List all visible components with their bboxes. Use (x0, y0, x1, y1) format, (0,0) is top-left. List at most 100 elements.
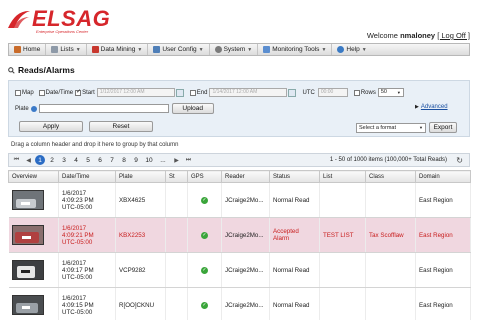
read-time: 4:09:15 PM (62, 301, 94, 309)
plate-thumbnail[interactable] (11, 225, 44, 245)
end-label: End (196, 89, 208, 96)
domain-cell: East Region (415, 287, 471, 320)
menu-label: System (223, 46, 246, 53)
plate-thumbnail[interactable] (11, 260, 44, 280)
state-cell (165, 252, 188, 288)
chevron-down-icon: ▼ (419, 124, 423, 130)
column-header[interactable]: Plate (115, 170, 166, 183)
column-header[interactable]: Class (365, 170, 416, 183)
domain-cell: East Region (415, 182, 471, 218)
page-number[interactable]: 1 (35, 155, 45, 165)
export-button[interactable]: Export (429, 122, 457, 133)
menu-lists[interactable]: Lists ▼ (46, 44, 87, 55)
calendar-icon[interactable] (288, 88, 297, 97)
column-header[interactable]: Status (269, 170, 320, 183)
column-header[interactable]: Overview (8, 170, 59, 183)
start-datetime-input[interactable]: 1/12/2017 12:00 AM (96, 88, 175, 97)
page-number[interactable]: 7 (107, 155, 117, 165)
rows-value: 50 (380, 89, 387, 95)
monitor-icon (263, 46, 271, 53)
state-cell (165, 217, 188, 253)
plate-cell: XBX4625 (115, 182, 166, 218)
table-row[interactable]: 1/6/2017 4:09:23 PM UTC-05:00 XBX4625 ✓ … (8, 182, 471, 218)
filter-panel: Map Date/Time Start 1/12/2017 12:00 AM E… (8, 80, 470, 137)
plate-thumbnail[interactable] (11, 295, 44, 315)
page-number[interactable]: 9 (131, 155, 141, 165)
info-icon[interactable] (30, 105, 37, 112)
menu-data-mining[interactable]: Data Mining ▼ (87, 44, 149, 55)
group-by-drop-zone[interactable]: Drag a column header and drop it here to… (8, 140, 470, 150)
utc-label: UTC (302, 89, 315, 96)
calendar-icon[interactable] (175, 88, 184, 97)
logoff-link[interactable]: [ Log Off ] (437, 31, 470, 40)
plate-thumbnail[interactable] (11, 190, 44, 210)
map-checkbox[interactable] (15, 89, 21, 96)
upload-button[interactable]: Upload (171, 103, 214, 114)
export-format-select[interactable]: Select a format ▼ (356, 122, 426, 133)
chevron-down-icon: ▼ (137, 46, 143, 53)
rows-label: Rows (360, 89, 376, 96)
gps-cell: ✓ (187, 217, 222, 253)
overview-cell[interactable] (8, 182, 59, 218)
column-header[interactable]: Domain (415, 170, 471, 183)
page-number[interactable]: 10 (143, 155, 155, 165)
column-header[interactable]: GPS (187, 170, 222, 183)
home-icon (14, 46, 21, 53)
rows-select[interactable]: 50 ▼ (377, 88, 404, 97)
map-label: Map (22, 89, 34, 96)
datetime-cell: 1/6/2017 4:09:15 PM UTC-05:00 (58, 287, 116, 320)
column-header[interactable]: St (165, 170, 188, 183)
page-title: Reads/Alarms (18, 65, 75, 75)
page-number[interactable]: 8 (119, 155, 129, 165)
menu-help[interactable]: Help ▼ (332, 44, 371, 55)
start-checkbox[interactable] (75, 88, 81, 96)
table-row[interactable]: 1/6/2017 4:09:17 PM UTC-05:00 VCP9282 ✓ … (8, 252, 471, 288)
datetime-checkbox[interactable] (38, 89, 45, 96)
prev-page-icon[interactable]: ◀ (24, 156, 33, 165)
plate-label: Plate (15, 105, 29, 112)
page-number[interactable]: 3 (59, 155, 69, 165)
plate-input[interactable] (38, 104, 169, 113)
table-row[interactable]: 1/6/2017 4:09:15 PM UTC-05:00 R[OO]CKNU … (8, 287, 471, 320)
overview-cell[interactable] (8, 252, 59, 288)
menu-system[interactable]: System ▼ (210, 44, 259, 55)
menu-label: Home (23, 46, 41, 53)
reader-cell: JCraige2Mo... (221, 287, 270, 320)
menu-monitoring-tools[interactable]: Monitoring Tools ▼ (258, 44, 333, 55)
column-header[interactable]: Reader (221, 170, 270, 183)
end-checkbox[interactable] (189, 89, 196, 96)
class-cell: Tax Scofflaw (365, 217, 416, 253)
page-number[interactable]: 4 (71, 155, 81, 165)
apply-button[interactable]: Apply (19, 121, 83, 132)
page-ellipsis[interactable]: ... (157, 155, 169, 165)
page-number[interactable]: 2 (47, 155, 57, 165)
read-date: 1/6/2017 (62, 189, 87, 197)
end-datetime-input[interactable]: 1/14/2017 12:00 AM (209, 88, 288, 97)
last-page-icon[interactable]: ⏭ (184, 156, 193, 165)
column-header[interactable]: Date/Time (58, 170, 116, 183)
column-header[interactable]: List (319, 170, 366, 183)
welcome-text: Welcome nmaloney [ Log Off ] (367, 31, 470, 40)
refresh-icon[interactable]: ↻ (456, 156, 463, 165)
class-cell (365, 182, 416, 218)
advanced-link[interactable]: Advanced (421, 104, 448, 110)
rows-checkbox[interactable] (353, 89, 360, 96)
gps-ok-icon: ✓ (201, 302, 208, 309)
menu-home[interactable]: Home (9, 44, 47, 55)
first-page-icon[interactable]: ⏮ (12, 156, 21, 165)
next-page-icon[interactable]: ▶ (172, 156, 181, 165)
overview-cell[interactable] (8, 287, 59, 320)
page-number[interactable]: 6 (95, 155, 105, 165)
table-row-alarm[interactable]: 1/6/2017 4:09:21 PM UTC-05:00 KBX2253 ✓ … (8, 217, 471, 253)
menu-user-config[interactable]: User Config ▼ (148, 44, 210, 55)
help-icon (337, 46, 345, 53)
reset-button[interactable]: Reset (89, 121, 153, 132)
filter-row-actions: Apply Reset (19, 121, 153, 132)
read-date: 1/6/2017 (62, 224, 87, 232)
username: nmaloney (400, 31, 436, 40)
read-timezone: UTC-05:00 (62, 238, 93, 246)
overview-cell[interactable] (8, 217, 59, 253)
page-number[interactable]: 5 (83, 155, 93, 165)
menu-label: Lists (60, 46, 74, 53)
utc-offset-select[interactable]: 00:00 (317, 88, 348, 97)
